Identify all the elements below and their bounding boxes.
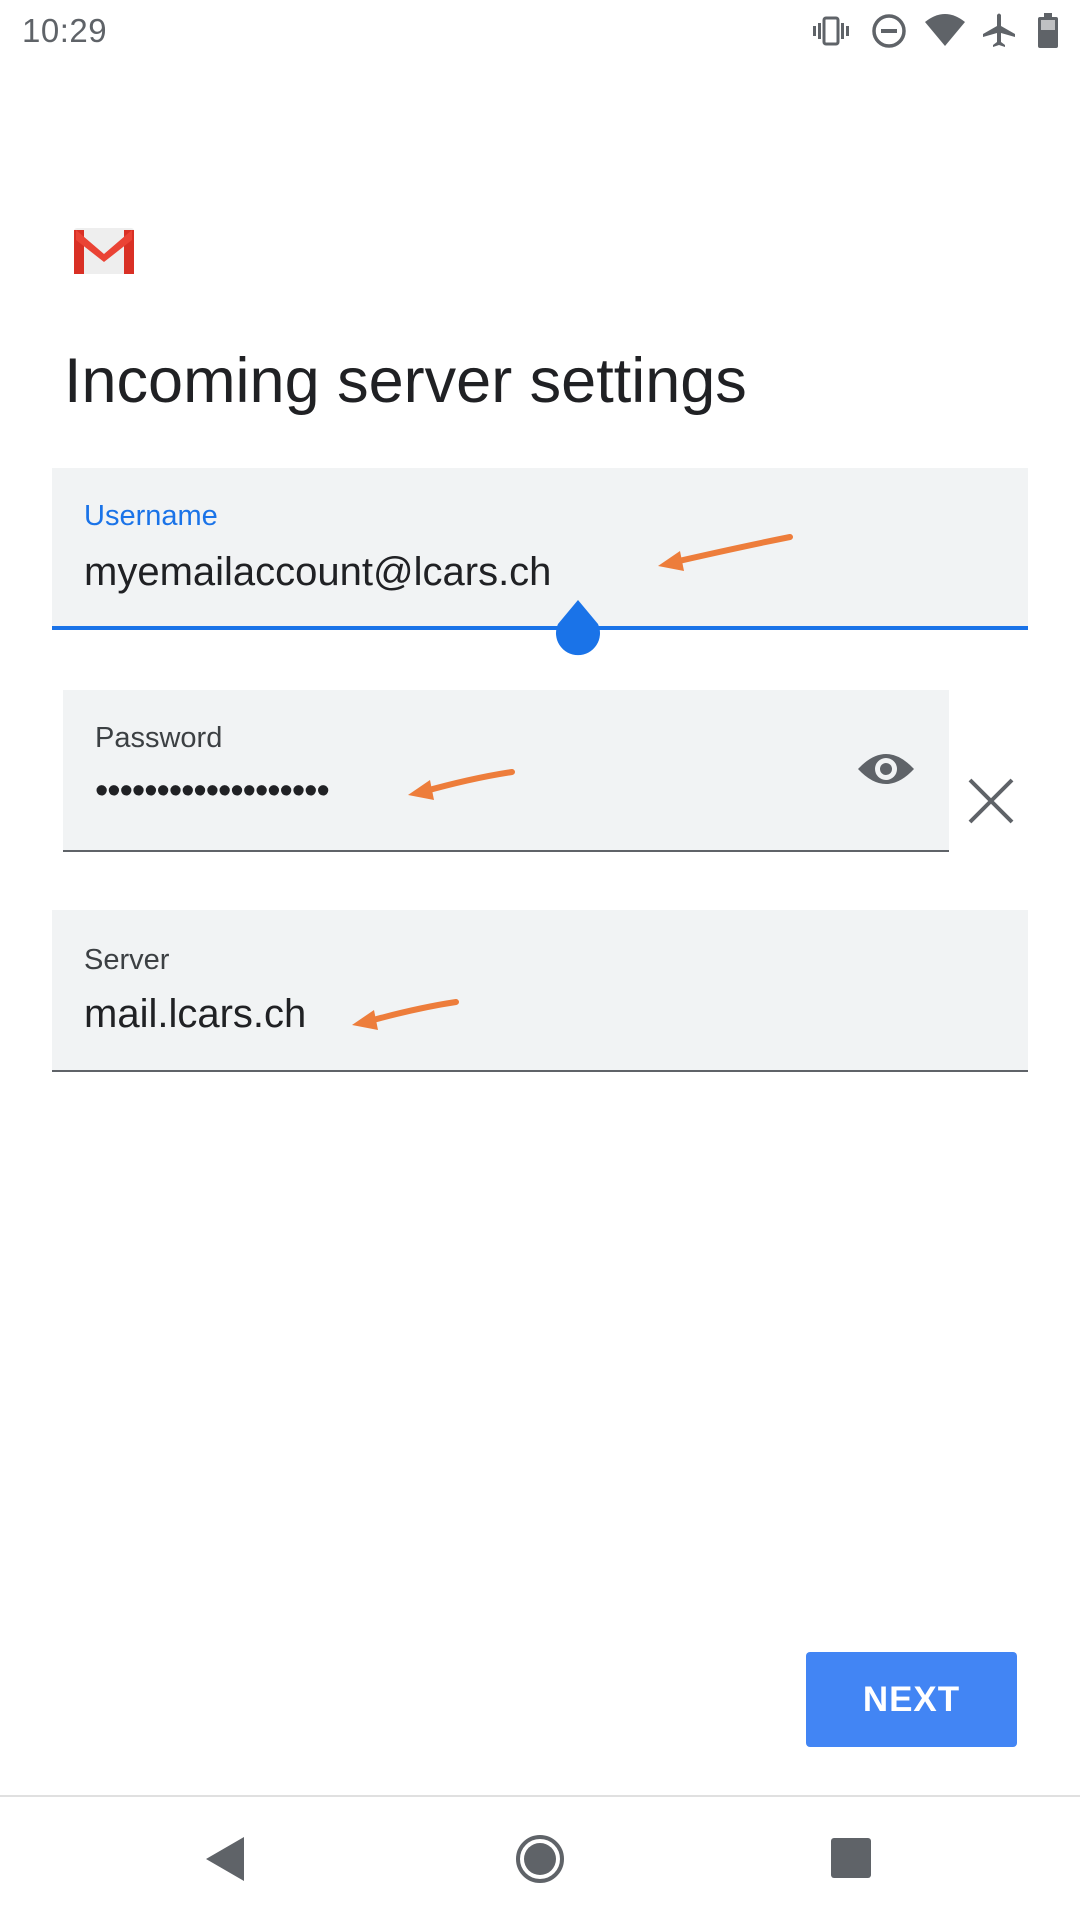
username-field[interactable]: Username myemailaccount@lcars.ch (52, 468, 1028, 630)
annotation-arrow-password (402, 760, 522, 815)
navigation-bar (0, 1795, 1080, 1922)
wifi-icon (924, 12, 966, 55)
status-time: 10:29 (22, 12, 108, 49)
back-icon[interactable] (204, 1835, 248, 1888)
text-cursor-handle[interactable] (552, 598, 604, 667)
airplane-icon (980, 12, 1018, 55)
username-input[interactable]: myemailaccount@lcars.ch (84, 550, 551, 595)
battery-icon (1036, 12, 1060, 55)
status-bar: 10:29 (0, 0, 1080, 64)
server-label: Server (84, 944, 170, 976)
do-not-disturb-icon (870, 12, 908, 55)
username-underline (52, 626, 1028, 630)
server-underline (52, 1070, 1028, 1072)
annotation-arrow-username (650, 525, 800, 580)
server-field[interactable]: Server mail.lcars.ch (52, 910, 1028, 1072)
show-password-icon[interactable] (856, 747, 916, 796)
password-input[interactable]: ••••••••••••••••••• (95, 770, 330, 813)
home-icon[interactable] (514, 1833, 566, 1890)
password-underline (63, 850, 949, 852)
password-label: Password (95, 722, 223, 754)
server-input[interactable]: mail.lcars.ch (84, 992, 306, 1037)
page-title: Incoming server settings (64, 346, 747, 416)
gmail-logo (74, 228, 134, 279)
annotation-arrow-server (346, 990, 466, 1045)
username-label: Username (84, 500, 218, 532)
vibrate-icon (812, 12, 850, 55)
next-button[interactable]: NEXT (806, 1652, 1017, 1747)
clear-password-icon[interactable] (966, 776, 1016, 831)
recents-icon[interactable] (830, 1837, 872, 1884)
